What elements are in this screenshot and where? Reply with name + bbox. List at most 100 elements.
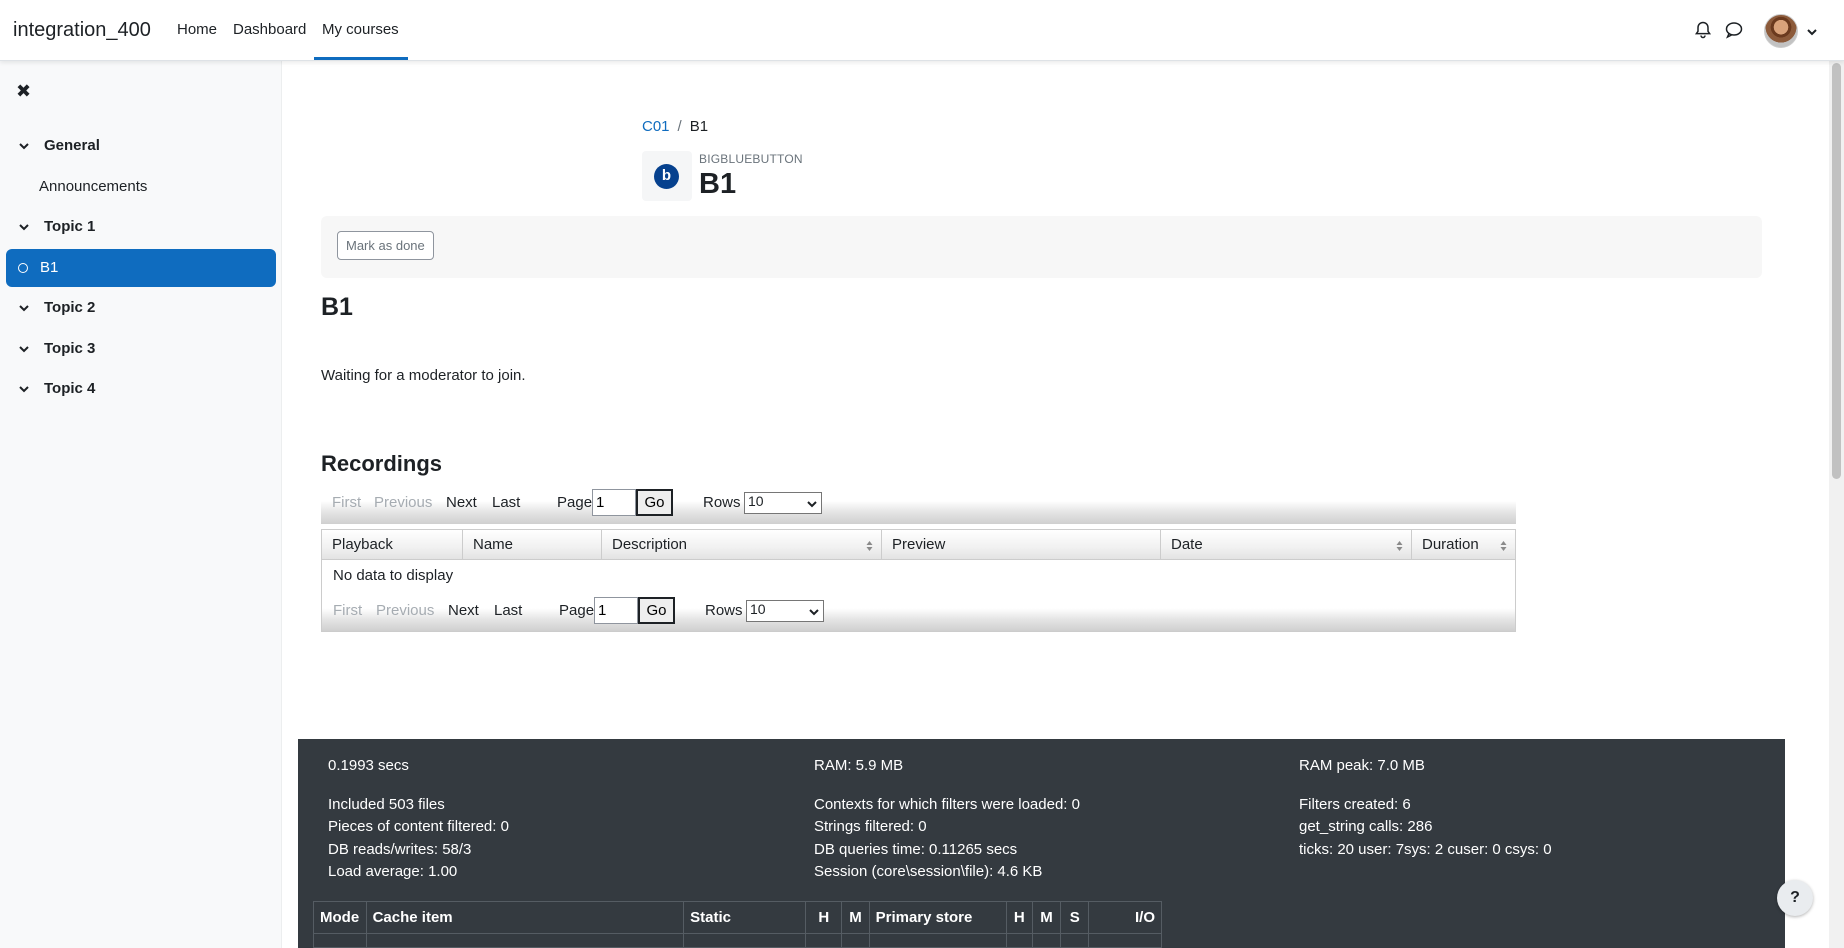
cache-cell [683,933,807,948]
cache-usage-table: Mode Cache item Static H M Primary store… [313,901,1162,948]
chevron-down-icon[interactable] [18,221,30,233]
cache-col-h: H [805,901,843,934]
perf-filters-created: Filters created: 6 [1299,796,1411,813]
rows-select[interactable]: 10 [744,492,822,514]
cache-col-primary-store: Primary store [868,901,1007,934]
breadcrumb-current: B1 [689,118,709,135]
cache-cell [805,933,843,948]
section-label: Topic 2 [44,299,96,316]
site-brand[interactable]: integration_400 [13,19,151,42]
close-icon[interactable]: ✖ [16,81,31,102]
course-index-drawer: ✖ General Announcements Topic 1 B1 Topic… [0,61,282,948]
chevron-down-icon[interactable] [18,140,30,152]
drawer-item-announcements[interactable]: Announcements [39,178,147,195]
page-title: B1 [699,168,737,200]
paginator-rows-label: Rows [703,494,741,511]
section-general[interactable]: General [18,137,100,154]
paginator-first: First [332,494,362,511]
completion-circle-icon [18,263,28,273]
paginator-go-button[interactable]: Go [636,489,673,516]
perf-strings-filtered: Strings filtered: 0 [814,818,927,835]
paginator-previous: Previous [376,602,435,619]
scrollbar-thumb[interactable] [1832,63,1841,479]
paginator-next[interactable]: Next [448,602,479,619]
chevron-down-icon[interactable] [18,383,30,395]
section-label: General [44,137,100,154]
chevron-down-icon[interactable] [18,302,30,314]
breadcrumb: C01 / B1 [642,118,708,135]
activity-completion-bar: Mark as done [321,216,1762,278]
sort-icon [866,541,873,551]
paginator-page-label: Page [557,494,593,511]
mark-as-done-button[interactable]: Mark as done [337,231,434,260]
breadcrumb-course-link[interactable]: C01 [642,118,670,135]
column-header-date[interactable]: Date [1161,530,1412,559]
perf-load-average: Load average: 1.00 [328,863,458,880]
help-button[interactable]: ? [1777,880,1813,916]
bigbluebutton-icon: b [654,164,679,189]
top-navbar: integration_400 Home Dashboard My course… [0,0,1844,61]
paginator-last[interactable]: Last [494,602,522,619]
paginator-page-input[interactable] [594,597,638,624]
column-header-description[interactable]: Description [602,530,882,559]
section-topic-2[interactable]: Topic 2 [18,299,95,316]
paginator-last[interactable]: Last [492,494,520,511]
chevron-down-icon[interactable] [18,343,30,355]
chevron-down-icon [809,609,819,616]
rows-select-value: 10 [750,601,766,617]
cache-col-mode: Mode [313,901,367,934]
column-header-duration[interactable]: Duration [1412,530,1515,559]
rows-select-value: 10 [748,493,764,509]
perf-ticks: ticks: 20 user: 7sys: 2 cuser: 0 csys: 0 [1299,841,1552,858]
sort-icon [1500,541,1507,551]
bell-icon[interactable] [1693,20,1713,40]
cache-cell [841,933,870,948]
recordings-heading: Recordings [321,451,443,476]
section-topic-4[interactable]: Topic 4 [18,380,95,397]
chat-icon[interactable] [1724,20,1744,40]
nav-home-link[interactable]: Home [177,21,217,38]
perf-included-files: Included 503 files [328,796,445,813]
user-avatar[interactable] [1764,14,1798,48]
perf-contexts: Contexts for which filters were loaded: … [814,796,1080,813]
drawer-item-b1[interactable]: B1 [6,249,276,287]
recordings-empty-row: No data to display [321,560,1516,591]
cache-col-store-s: S [1060,901,1090,934]
cache-col-m: M [841,901,870,934]
cache-cell [1060,933,1090,948]
section-label: Topic 3 [44,340,96,357]
nav-mycourses-link[interactable]: My courses [322,21,399,38]
nav-dashboard-link[interactable]: Dashboard [233,21,306,38]
page-scrollbar[interactable] [1829,61,1844,948]
recordings-paginator-top: First Previous Next Last Page Go Rows 10 [321,482,1516,524]
paginator-rows-label: Rows [705,602,743,619]
perf-time: 0.1993 secs [328,757,409,774]
paginator-go-button[interactable]: Go [638,597,675,624]
paginator-page-input[interactable] [592,489,636,516]
cache-cell [1088,933,1162,948]
cache-cell [1031,933,1062,948]
perf-ram: RAM: 5.9 MB [814,757,904,774]
cache-col-io: I/O [1088,901,1162,934]
cache-col-store-m: M [1031,901,1062,934]
module-type-label: BIGBLUEBUTTON [699,152,803,166]
column-header-playback: Playback [322,530,463,559]
cache-col-item: Cache item [365,901,685,934]
perf-db-queries-time: DB queries time: 0.11265 secs [814,841,1018,858]
perf-get-string-calls: get_string calls: 286 [1299,818,1433,835]
meeting-status-text: Waiting for a moderator to join. [321,367,526,384]
cache-cell [313,933,367,948]
paginator-page-label: Page [559,602,595,619]
column-header-preview: Preview [882,530,1161,559]
rows-select[interactable]: 10 [746,600,824,622]
chevron-down-icon[interactable] [1806,26,1818,38]
breadcrumb-separator: / [677,118,682,135]
perf-db-reads: DB reads/writes: 58/3 [328,841,472,858]
cache-col-store-h: H [1005,901,1033,934]
module-icon-container: b [642,151,692,201]
section-topic-1[interactable]: Topic 1 [18,218,95,235]
paginator-previous: Previous [374,494,433,511]
drawer-item-label: B1 [40,259,59,276]
section-topic-3[interactable]: Topic 3 [18,340,95,357]
paginator-next[interactable]: Next [446,494,477,511]
